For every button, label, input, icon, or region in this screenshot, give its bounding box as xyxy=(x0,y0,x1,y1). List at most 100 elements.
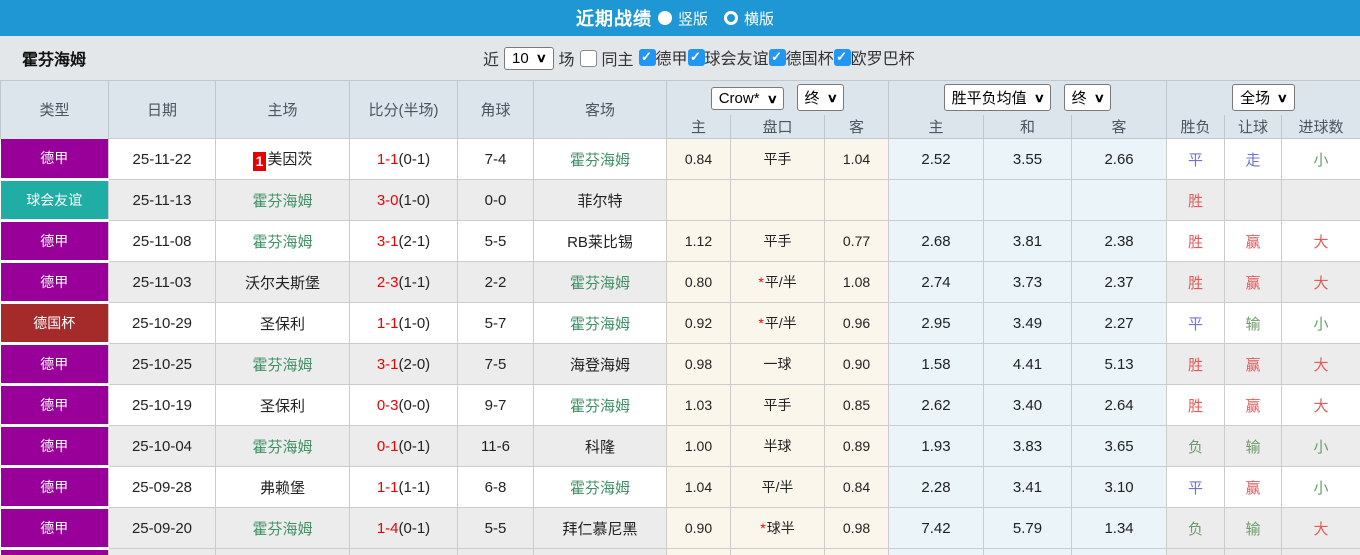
cell-away-team: 拜仁慕尼黑 xyxy=(533,507,667,549)
filter-bar: 霍芬海姆 近 10 ∨ 场 同主 德甲球会友谊德国杯欧罗巴杯 xyxy=(0,36,1360,80)
cell-handicap-home-odds: 0.84 xyxy=(666,138,731,180)
table-row: 德甲 25-11-08 霍芬海姆 3-1(2-1) 5-5 RB莱比锡 1.12 平手 0.77… xyxy=(0,220,1360,263)
cell-date: 25-09-20 xyxy=(108,507,216,549)
cell-date: 25-10-04 xyxy=(108,425,216,467)
team-name-text: 海登海姆 xyxy=(569,356,630,374)
cell-goals-result xyxy=(1281,179,1360,221)
league-filter-球会友谊[interactable]: 球会友谊 xyxy=(687,45,769,69)
horizontal-layout-radio[interactable] xyxy=(724,11,738,25)
league-filter-欧罗巴杯[interactable]: 欧罗巴杯 xyxy=(833,45,915,69)
cell-home-team: 霍芬海姆 xyxy=(215,179,350,221)
cell-result: 胜 xyxy=(1166,179,1226,221)
cell-result: 胜 xyxy=(1166,261,1226,303)
cell-goals-result: 小 xyxy=(1281,138,1360,180)
fulltime-score: 2-3 xyxy=(376,273,399,291)
league-checkbox[interactable] xyxy=(833,48,851,66)
halftime-score: (1-0) xyxy=(398,191,431,209)
cell-result: 胜 xyxy=(1166,343,1226,385)
cell-match-type: 德甲 xyxy=(0,507,109,550)
cell-result: 胜 xyxy=(1166,384,1226,426)
cell-match-type: 德甲 xyxy=(0,343,109,386)
cell-handicap-line: *平/半 xyxy=(730,261,825,303)
table-row: 德国杯 25-10-29 圣保利 1-1(1-0) 5-7 霍芬海姆 0.92 *平/半 0.9… xyxy=(0,302,1360,345)
handicap-time-select[interactable]: 终 ∨ xyxy=(796,84,845,112)
team-name-text: 霍芬海姆 xyxy=(569,315,630,333)
halftime-score: (0-1) xyxy=(398,437,431,455)
fulltime-score: 3-1 xyxy=(376,355,399,373)
table-row: 德甲 25-11-22 1 美因茨 1-1(0-1) 7-4 霍芬海姆 0.84 平手 1.04 2… xyxy=(0,138,1360,181)
cell-home-team: 弗赖堡 xyxy=(215,466,350,508)
cell-euro-home-odds: 1.58 xyxy=(888,343,985,385)
header-home: 主场 xyxy=(215,80,350,139)
cell-euro-away-odds: 1.34 xyxy=(1071,507,1168,549)
cell-result: 负 xyxy=(1166,507,1226,549)
vertical-layout-label[interactable]: 竖版 xyxy=(678,8,708,29)
team-name-text: 菲尔特 xyxy=(577,192,623,210)
vertical-layout-radio[interactable] xyxy=(657,11,672,25)
horizontal-layout-label[interactable]: 横版 xyxy=(744,8,774,29)
cell-away-team: 菲尔特 xyxy=(533,179,667,221)
partial-cell xyxy=(666,548,731,555)
chevron-down-icon: ∨ xyxy=(1093,90,1105,105)
line-text: 平手 xyxy=(763,397,792,413)
league-checkbox[interactable] xyxy=(687,48,705,66)
cell-euro-home-odds: 2.52 xyxy=(888,138,985,180)
cell-handicap-result: 走 xyxy=(1224,138,1283,180)
league-filter-德国杯[interactable]: 德国杯 xyxy=(768,45,834,69)
cell-euro-away-odds xyxy=(1071,179,1168,221)
team-name-text: 霍芬海姆 xyxy=(252,356,313,374)
cell-away-team: 科隆 xyxy=(533,425,667,467)
league-checkbox[interactable] xyxy=(768,48,786,66)
cell-handicap-line xyxy=(730,179,825,221)
cell-handicap-line: *球半 xyxy=(730,507,825,549)
league-filter-德甲[interactable]: 德甲 xyxy=(638,45,688,69)
halftime-score: (1-1) xyxy=(398,478,431,496)
cell-handicap-away-odds: 1.08 xyxy=(823,261,890,303)
line-text: 平手 xyxy=(763,233,792,249)
cell-corners: 11-6 xyxy=(457,425,534,467)
euro-dropdown-cell: 胜平负均值 ∨ 终 ∨ xyxy=(888,80,1168,115)
header-corner: 角球 xyxy=(457,80,534,139)
cell-euro-away-odds: 2.37 xyxy=(1071,261,1168,303)
cell-match-type: 德甲 xyxy=(0,220,109,263)
cell-away-team: RB莱比锡 xyxy=(533,220,667,262)
line-text: 平/半 xyxy=(764,274,797,290)
euro-source-select[interactable]: 胜平负均值 ∨ xyxy=(943,84,1052,112)
cell-score: 1-1(1-1) xyxy=(349,466,458,508)
fulltime-score: 1-4 xyxy=(376,519,399,537)
header-score: 比分(半场) xyxy=(349,80,458,139)
handicap-company-select[interactable]: Crow* ∨ xyxy=(710,87,785,111)
cell-euro-draw-odds: 3.49 xyxy=(983,302,1073,344)
league-label: 德国杯 xyxy=(785,51,834,69)
chevron-down-icon: ∨ xyxy=(1276,90,1289,105)
euro-time-select[interactable]: 终 ∨ xyxy=(1063,84,1112,112)
cell-euro-home-odds xyxy=(888,179,985,221)
cell-handicap-line: 平手 xyxy=(730,138,825,180)
header-handicap-away: 客 xyxy=(823,114,890,139)
line-text: 平手 xyxy=(763,151,792,167)
cell-away-team: 霍芬海姆 xyxy=(533,138,667,180)
cell-euro-away-odds: 3.65 xyxy=(1071,425,1168,467)
cell-away-team: 霍芬海姆 xyxy=(533,261,667,303)
header-date: 日期 xyxy=(108,80,216,139)
halftime-score: (0-1) xyxy=(398,519,431,537)
header-euro-home: 主 xyxy=(888,114,985,139)
partial-cell xyxy=(215,548,350,555)
cell-handicap-line: 平手 xyxy=(730,220,825,262)
cell-home-team: 沃尔夫斯堡 xyxy=(215,261,350,303)
cell-euro-home-odds: 2.95 xyxy=(888,302,985,344)
cell-score: 3-1(2-0) xyxy=(349,343,458,385)
header-goals: 进球数 xyxy=(1281,114,1360,139)
line-text: 平/半 xyxy=(761,479,794,495)
league-checkbox[interactable] xyxy=(638,48,656,66)
cell-date: 25-10-29 xyxy=(108,302,216,344)
cell-result: 胜 xyxy=(1166,220,1226,262)
table-row-partial xyxy=(0,548,1360,555)
team-name-text: 霍芬海姆 xyxy=(569,274,630,292)
cell-home-team: 霍芬海姆 xyxy=(215,425,350,467)
recent-count-select[interactable]: 10 ∨ xyxy=(504,46,554,70)
scope-select[interactable]: 全场 ∨ xyxy=(1232,84,1295,112)
same-home-checkbox[interactable] xyxy=(579,49,597,67)
cell-score: 2-3(1-1) xyxy=(349,261,458,303)
team-name-text: 沃尔夫斯堡 xyxy=(244,274,320,292)
